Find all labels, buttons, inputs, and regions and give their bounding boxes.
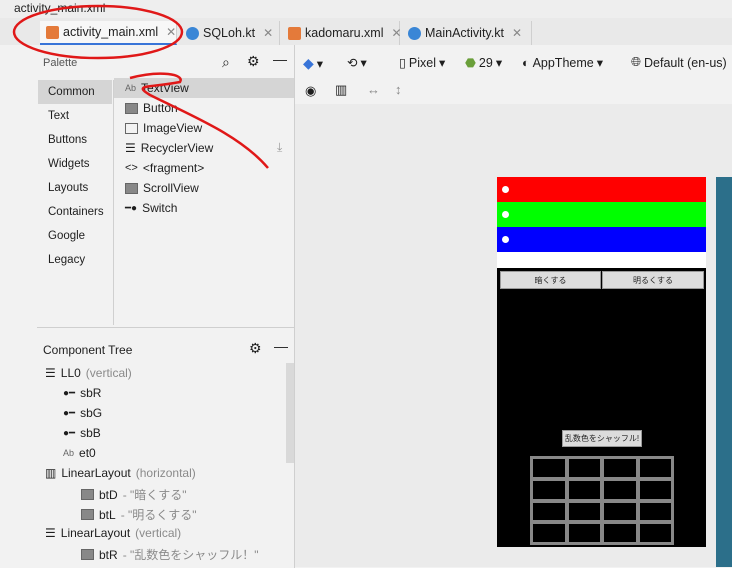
annotation-arrow: [129, 72, 269, 169]
red-annotation-overlay: [12, 4, 269, 169]
annotation-ellipse: [12, 4, 184, 60]
